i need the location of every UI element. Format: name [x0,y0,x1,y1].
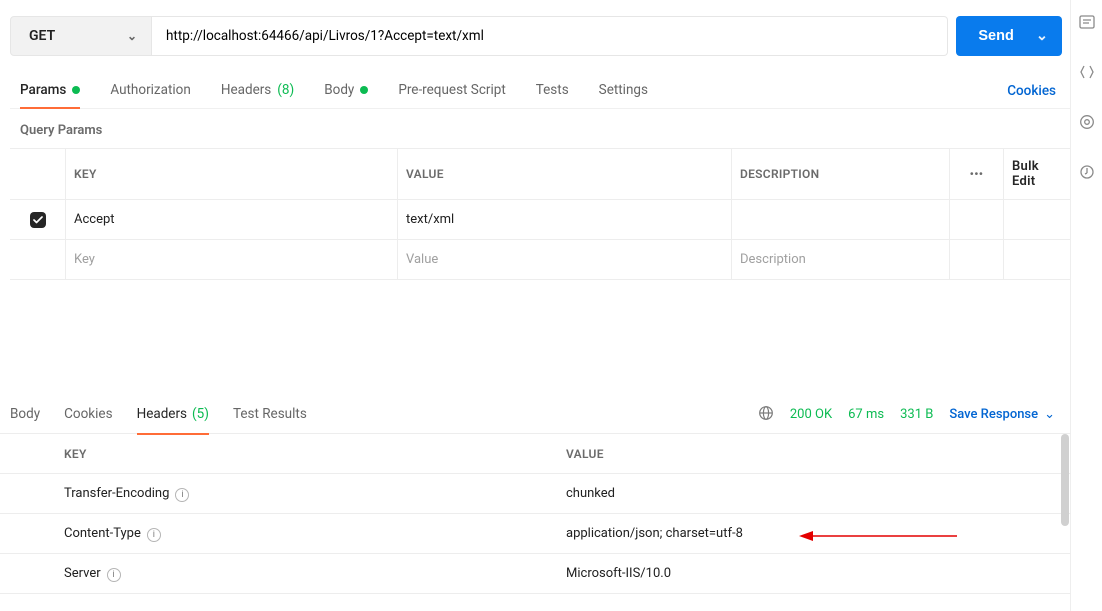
info-icon[interactable]: i [175,488,189,502]
chevron-down-icon: ⌄ [1044,407,1055,422]
param-desc-cell[interactable] [732,200,950,239]
url-input[interactable] [152,16,948,56]
response-tab-headers[interactable]: Headers (5) [137,396,209,434]
response-headers-table: KEY VALUE Transfer-Encodingi chunked Con… [0,434,1071,594]
status-time: 67 ms [848,407,884,422]
tab-settings[interactable]: Settings [599,74,648,108]
col-key: KEY [56,437,558,471]
table-row-empty: Key Value Description [10,240,1070,280]
table-header-row: KEY VALUE DESCRIPTION ••• Bulk Edit [10,149,1070,200]
col-value: VALUE [558,437,1071,471]
cookies-link[interactable]: Cookies [1007,83,1062,99]
info-icon[interactable]: i [147,528,161,542]
response-tab-testresults[interactable]: Test Results [233,396,307,434]
param-desc-input[interactable]: Description [732,240,950,279]
param-key-input[interactable]: Key [66,240,398,279]
header-key-cell: Transfer-Encodingi [56,476,558,512]
col-value: VALUE [398,149,732,199]
method-label: GET [29,28,55,44]
row-checkbox[interactable] [30,212,46,228]
table-row: Serveri Microsoft-IIS/10.0 [0,554,1071,594]
send-button[interactable]: Send ⌄ [956,16,1062,56]
param-value-input[interactable]: Value [398,240,732,279]
status-dot-icon [72,86,80,94]
header-value-cell: application/json; charset=utf-8 [558,516,1071,551]
response-tab-cookies[interactable]: Cookies [64,396,112,434]
sidebar-icon[interactable] [1078,113,1096,135]
tab-authorization[interactable]: Authorization [110,74,190,108]
send-label: Send [978,28,1013,44]
col-key: KEY [66,149,398,199]
response-tab-body[interactable]: Body [10,396,40,434]
header-value-cell: Microsoft-IIS/10.0 [558,556,1071,591]
tab-headers[interactable]: Headers (8) [221,74,294,108]
header-value-cell: chunked [558,476,1071,511]
query-params-title: Query Params [10,109,1070,148]
table-row: Transfer-Encodingi chunked [0,474,1071,514]
table-row: Content-Typei application/json; charset=… [0,514,1071,554]
tab-tests[interactable]: Tests [536,74,569,108]
tab-prerequest[interactable]: Pre-request Script [398,74,505,108]
more-options-icon[interactable]: ••• [950,149,1004,199]
status-dot-icon [360,86,368,94]
table-row: Accept text/xml [10,200,1070,240]
chevron-down-icon[interactable]: ⌄ [1036,28,1048,44]
header-key-cell: Serveri [56,556,558,592]
status-size: 331 B [900,407,933,422]
globe-icon[interactable] [758,405,774,425]
query-params-table: KEY VALUE DESCRIPTION ••• Bulk Edit Acce… [10,148,1070,280]
info-icon[interactable]: i [107,568,121,582]
param-key-cell[interactable]: Accept [66,200,398,239]
save-response-button[interactable]: Save Response ⌄ [949,407,1055,422]
sidebar-icon[interactable] [1078,163,1096,185]
sidebar-icon[interactable] [1078,63,1096,85]
scrollbar-thumb[interactable] [1061,434,1069,526]
bulk-edit-link[interactable]: Bulk Edit [1004,149,1070,199]
tab-params[interactable]: Params [20,74,80,108]
param-value-cell[interactable]: text/xml [398,200,732,239]
header-key-cell: Content-Typei [56,516,558,552]
sidebar-icon[interactable] [1078,13,1096,35]
table-header-row: KEY VALUE [0,434,1071,474]
col-description: DESCRIPTION [732,149,950,199]
http-method-select[interactable]: GET ⌄ [10,16,152,56]
tab-body[interactable]: Body [324,74,368,108]
chevron-down-icon: ⌄ [127,29,137,43]
status-code: 200 OK [790,407,832,422]
